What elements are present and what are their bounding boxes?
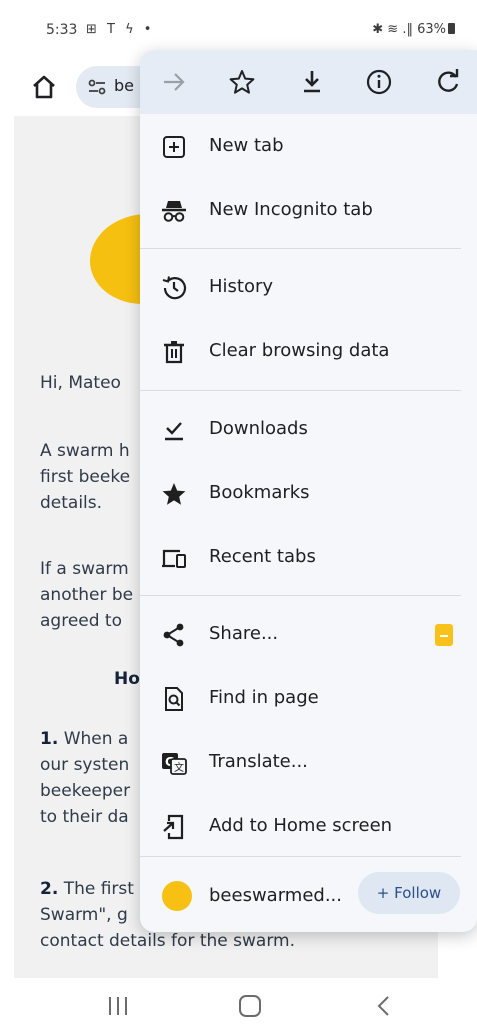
status-notification-icons: ⊞ Τ ϟ • xyxy=(86,22,155,37)
share-icon xyxy=(160,621,188,649)
text-line: details. xyxy=(40,493,103,513)
downloads-check-icon xyxy=(160,416,188,444)
menu-item-new-incognito-tab[interactable]: New Incognito tab xyxy=(140,183,477,239)
menu-item-translate[interactable]: G文 Translate... xyxy=(140,735,477,791)
home-icon[interactable] xyxy=(28,71,60,103)
section-heading: Ho xyxy=(114,669,140,689)
star-icon[interactable] xyxy=(228,68,256,96)
home-nav-icon[interactable] xyxy=(230,992,270,1020)
text-line: When a xyxy=(58,729,129,749)
status-time: 5:33 xyxy=(46,22,78,38)
menu-item-recent-tabs[interactable]: Recent tabs xyxy=(140,530,477,586)
system-nav-bar xyxy=(0,978,477,1034)
menu-item-clear-browsing-data[interactable]: Clear browsing data xyxy=(140,324,477,380)
text-line: The first xyxy=(58,879,134,899)
menu-action-row xyxy=(140,50,477,114)
forward-arrow-icon[interactable] xyxy=(160,68,188,96)
menu-divider xyxy=(140,595,461,596)
menu-item-label: Add to Home screen xyxy=(209,815,393,836)
text-line: A swarm h xyxy=(40,441,130,461)
menu-item-find-in-page[interactable]: Find in page xyxy=(140,671,477,727)
menu-divider xyxy=(140,856,461,857)
menu-item-label: Downloads xyxy=(209,418,308,439)
incognito-icon xyxy=(160,197,188,225)
download-icon[interactable] xyxy=(298,68,326,96)
menu-item-label: Find in page xyxy=(209,687,319,708)
follow-button[interactable]: + Follow xyxy=(358,872,460,914)
menu-item-label: Recent tabs xyxy=(209,546,316,567)
step-number: 1. xyxy=(40,729,59,749)
text-line: first beeke xyxy=(40,467,131,487)
refresh-icon[interactable] xyxy=(434,68,462,96)
page-paragraph: A swarm h first beeke details. xyxy=(40,438,130,516)
url-text: be xyxy=(114,76,134,95)
page-paragraph: If a swarm another be agreed to xyxy=(40,556,133,634)
menu-item-label: New tab xyxy=(209,135,284,156)
share-app-badge-icon xyxy=(435,624,453,646)
status-system-icons: ✱ ≋ .‖ 63% xyxy=(372,22,455,37)
translate-icon: G文 xyxy=(160,749,188,777)
battery-icon xyxy=(448,23,455,34)
menu-divider xyxy=(140,390,461,391)
step-number: 2. xyxy=(40,879,59,899)
text-line: to their da xyxy=(40,807,129,827)
site-settings-icon[interactable] xyxy=(86,76,108,98)
menu-item-label: Share... xyxy=(209,623,279,644)
history-icon xyxy=(160,274,188,302)
back-icon[interactable] xyxy=(364,992,404,1020)
recents-icon[interactable] xyxy=(98,992,138,1020)
trash-icon xyxy=(160,338,188,366)
menu-item-label: Translate... xyxy=(209,751,308,772)
menu-item-downloads[interactable]: Downloads xyxy=(140,402,477,458)
menu-item-label: History xyxy=(209,276,274,297)
status-battery-text: ✱ ≋ .‖ 63% xyxy=(372,22,446,37)
text-line: another be xyxy=(40,585,134,605)
menu-item-label: New Incognito tab xyxy=(209,199,373,220)
new-tab-icon xyxy=(160,133,188,161)
text-line: agreed to xyxy=(40,611,123,631)
info-icon[interactable] xyxy=(365,68,393,96)
bookmark-star-icon xyxy=(160,480,188,508)
menu-item-new-tab[interactable]: New tab xyxy=(140,119,477,175)
text-line: If a swarm xyxy=(40,559,129,579)
greeting-text: Hi, Mateo xyxy=(40,373,121,393)
step-1: 1. When a our systen beekeeper to their … xyxy=(40,726,130,830)
add-to-home-icon xyxy=(160,813,188,841)
menu-item-label: Clear browsing data xyxy=(209,340,390,361)
menu-item-share[interactable]: Share... xyxy=(140,607,477,663)
site-favicon xyxy=(162,881,192,911)
menu-divider xyxy=(140,248,461,249)
find-in-page-icon xyxy=(160,685,188,713)
menu-item-bookmarks[interactable]: Bookmarks xyxy=(140,466,477,522)
devices-icon xyxy=(160,544,188,572)
svg-text:文: 文 xyxy=(174,761,184,774)
text-line: our systen xyxy=(40,755,130,775)
menu-item-add-to-home-screen[interactable]: Add to Home screen xyxy=(140,799,477,855)
text-line: beekeeper xyxy=(40,781,131,801)
menu-item-label: Bookmarks xyxy=(209,482,310,503)
overflow-menu: New tab New Incognito tab History Clear … xyxy=(140,50,477,932)
site-name: beeswarmed... xyxy=(209,885,342,906)
menu-item-history[interactable]: History xyxy=(140,260,477,316)
